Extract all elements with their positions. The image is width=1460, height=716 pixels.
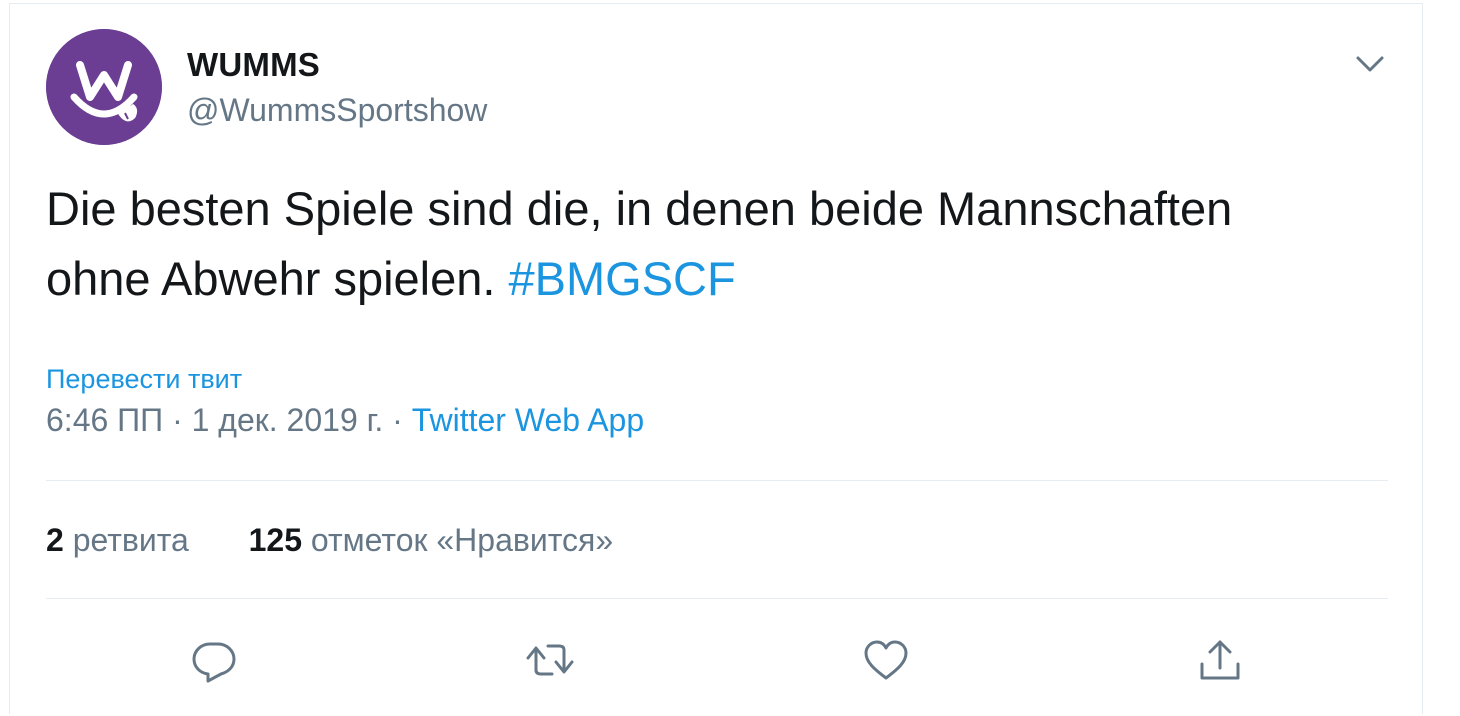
author-name[interactable]: WUMMS <box>187 46 320 84</box>
like-button[interactable] <box>860 634 912 686</box>
reply-button[interactable] <box>188 634 240 686</box>
tweet-source-link[interactable]: Twitter Web App <box>412 402 644 438</box>
retweet-button[interactable] <box>524 634 576 686</box>
divider <box>46 598 1388 599</box>
chevron-down-icon[interactable] <box>1350 44 1390 84</box>
tweet-card: WUMMS @WummsSportshow Die besten Spiele … <box>9 3 1423 714</box>
reply-icon <box>192 642 236 683</box>
avatar[interactable] <box>46 29 162 145</box>
retweets-label: ретвита <box>72 522 189 558</box>
wumms-logo-icon <box>46 29 162 145</box>
hashtag-link[interactable]: #BMGSCF <box>509 252 736 305</box>
tweet-time[interactable]: 6:46 ПП <box>46 402 163 438</box>
likes-count: 125 <box>248 522 303 558</box>
retweet-icon <box>526 644 574 676</box>
share-icon <box>1200 640 1240 680</box>
tweet-text-line2: ohne Abwehr spielen. <box>46 252 496 305</box>
likes-label: отметок «Нравится» <box>310 522 614 558</box>
meta-separator: · <box>172 402 183 438</box>
meta-separator: · <box>392 402 403 438</box>
retweets-stat[interactable]: 2 ретвита <box>46 522 198 558</box>
tweet-text-line1: Die besten Spiele sind die, in denen bei… <box>46 182 1233 235</box>
likes-stat[interactable]: 125 отметок «Нравится» <box>240 522 614 558</box>
tweet-metadata: 6:46 ПП · 1 дек. 2019 г. · Twitter Web A… <box>46 402 644 439</box>
author-handle[interactable]: @WummsSportshow <box>187 92 487 129</box>
retweets-count: 2 <box>46 522 64 558</box>
translate-tweet-link[interactable]: Перевести твит <box>46 364 242 395</box>
tweet-text: Die besten Spiele sind die, in denen bei… <box>46 174 1396 314</box>
tweet-stats: 2 ретвита 125 отметок «Нравится» <box>46 522 613 559</box>
divider <box>46 480 1388 481</box>
tweet-date[interactable]: 1 дек. 2019 г. <box>192 402 384 438</box>
share-button[interactable] <box>1194 634 1246 686</box>
heart-icon <box>864 640 908 680</box>
